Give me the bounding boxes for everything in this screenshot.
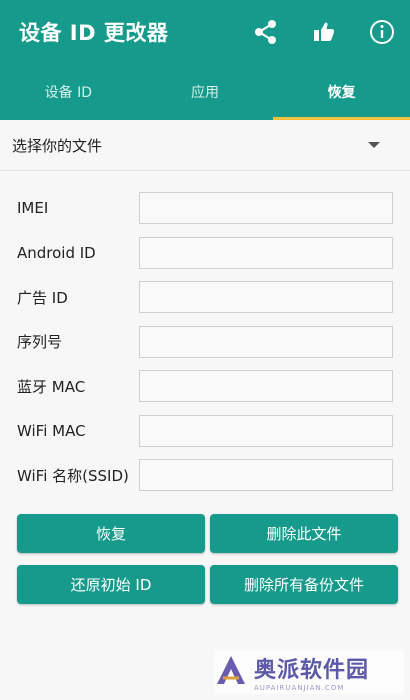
restore-button[interactable]: 恢复: [17, 514, 205, 553]
divider: [0, 170, 410, 171]
watermark-logo-icon: [214, 653, 248, 691]
action-buttons: 恢复 删除此文件 还原初始 ID 删除所有备份文件: [17, 514, 398, 604]
file-select-label: 选择你的文件: [12, 136, 103, 155]
field-row-ad-id: 广告 ID: [0, 275, 410, 320]
imei-label: IMEI: [17, 199, 49, 218]
share-icon[interactable]: [252, 18, 280, 46]
field-row-bluetooth-mac: 蓝牙 MAC: [0, 364, 410, 409]
imei-field[interactable]: [139, 192, 393, 225]
tab-device-id[interactable]: 设备 ID: [0, 64, 137, 120]
app-bar-actions: [252, 14, 396, 50]
android-id-label: Android ID: [17, 243, 96, 262]
bluetooth-mac-label: 蓝牙 MAC: [17, 377, 86, 396]
app-title: 设备 ID 更改器: [19, 21, 169, 45]
watermark: 奥派软件园 AUPAIRUANJIAN.COM: [214, 650, 404, 694]
tab-restore[interactable]: 恢复: [273, 64, 410, 120]
app-bar: 设备 ID 更改器: [0, 0, 410, 64]
info-icon[interactable]: [368, 18, 396, 46]
field-row-imei: IMEI: [0, 186, 410, 231]
tab-label: 恢复: [327, 85, 356, 101]
wifi-ssid-label: WiFi 名称(SSID): [17, 466, 129, 485]
watermark-sub: AUPAIRUANJIAN.COM: [254, 684, 345, 692]
wifi-mac-label: WiFi MAC: [17, 421, 86, 440]
bluetooth-mac-field[interactable]: [139, 370, 393, 403]
tab-label: 应用: [191, 85, 219, 101]
watermark-main: 奥派软件园: [254, 658, 370, 683]
dropdown-arrow-icon: [368, 142, 380, 148]
field-row-android-id: Android ID: [0, 231, 410, 276]
file-select-dropdown[interactable]: 选择你的文件: [0, 120, 410, 170]
tab-apps[interactable]: 应用: [137, 64, 274, 120]
watermark-text: 奥派软件园 AUPAIRUANJIAN.COM: [254, 652, 369, 692]
wifi-ssid-field[interactable]: [139, 459, 393, 492]
tab-bar: 设备 ID 应用 恢复: [0, 64, 410, 120]
field-row-wifi-ssid: WiFi 名称(SSID): [0, 453, 410, 498]
field-row-serial: 序列号: [0, 320, 410, 365]
tab-label: 设备 ID: [44, 85, 93, 101]
android-id-field[interactable]: [139, 236, 393, 269]
serial-number-field[interactable]: [139, 325, 393, 358]
wifi-mac-field[interactable]: [139, 414, 393, 447]
id-fields-form: IMEI Android ID 广告 ID 序列号 蓝牙 MAC WiFi MA…: [0, 186, 410, 498]
delete-file-button[interactable]: 删除此文件: [210, 514, 398, 553]
delete-all-backups-button[interactable]: 删除所有备份文件: [210, 565, 398, 604]
ad-id-field[interactable]: [139, 281, 393, 314]
field-row-wifi-mac: WiFi MAC: [0, 409, 410, 454]
reset-original-id-button[interactable]: 还原初始 ID: [17, 565, 205, 604]
serial-number-label: 序列号: [17, 333, 63, 352]
thumbs-up-icon[interactable]: [310, 18, 338, 46]
ad-id-label: 广告 ID: [17, 288, 68, 307]
